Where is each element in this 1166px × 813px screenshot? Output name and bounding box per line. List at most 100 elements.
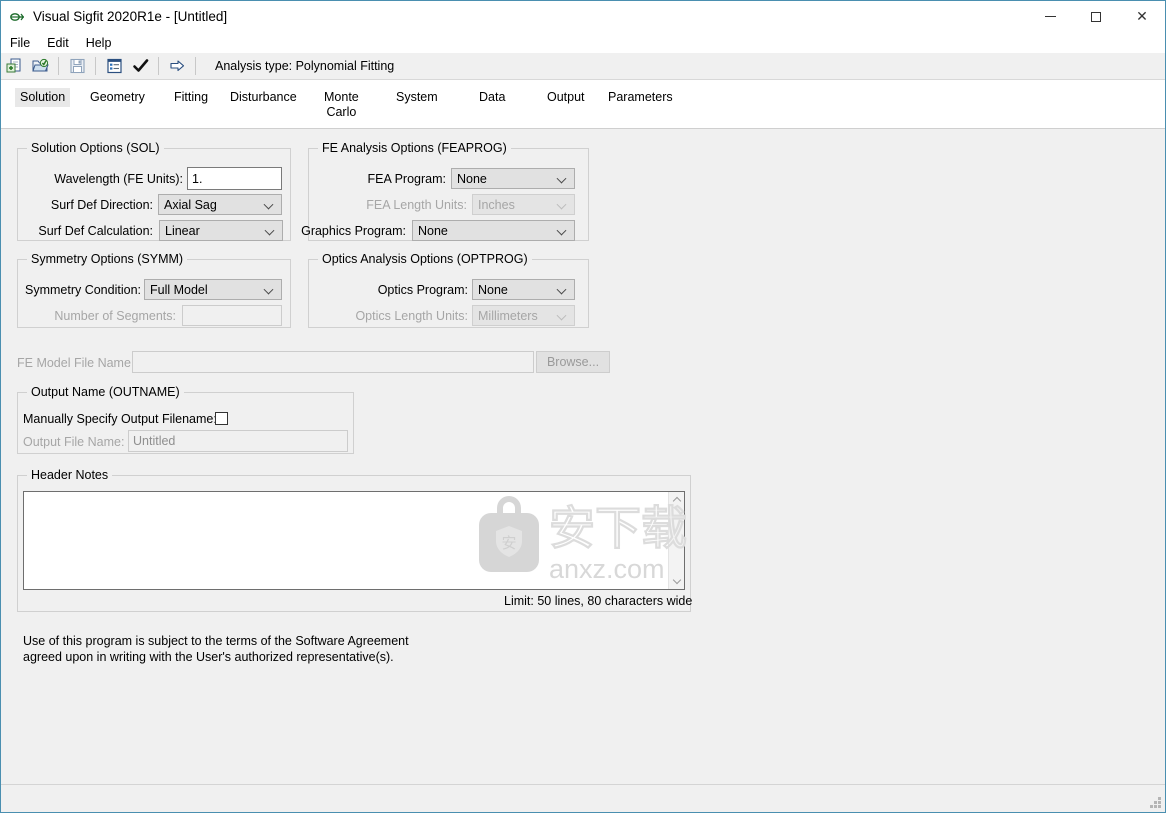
- new-file-icon: [6, 58, 21, 73]
- browse-button[interactable]: Browse...: [536, 351, 610, 373]
- toolbar-separator: [195, 57, 196, 75]
- close-icon: ✕: [1136, 8, 1148, 25]
- tab-geometry[interactable]: Geometry: [85, 88, 150, 107]
- output-file-name-label: Output File Name:: [23, 435, 125, 449]
- solution-panel: Solution Options (SOL) Wavelength (FE Un…: [1, 130, 1165, 784]
- number-of-segments-label: Number of Segments:: [54, 309, 176, 323]
- chevron-down-icon[interactable]: [669, 572, 685, 588]
- fea-length-units-select: Inches: [472, 194, 575, 215]
- surf-def-direction-label: Surf Def Direction:: [50, 198, 153, 212]
- fe-model-file-label: FE Model File Name:: [17, 356, 135, 370]
- window-controls: ✕: [1027, 1, 1165, 32]
- manual-output-filename-checkbox[interactable]: [215, 412, 228, 425]
- chevron-down-icon: [266, 226, 275, 235]
- open-file-button[interactable]: [29, 54, 53, 78]
- chevron-down-icon: [558, 311, 567, 320]
- wavelength-input[interactable]: 1.: [187, 167, 282, 190]
- fea-length-units-label: FEA Length Units:: [366, 198, 467, 212]
- open-folder-icon: [32, 58, 49, 72]
- chevron-down-icon: [558, 174, 567, 183]
- application-window: Visual Sigfit 2020R1e - [Untitled] ✕ Fil…: [0, 0, 1166, 813]
- status-bar: [1, 784, 1165, 812]
- optics-options-title: Optics Analysis Options (OPTPROG): [318, 252, 532, 266]
- tab-solution[interactable]: Solution: [15, 88, 71, 107]
- tab-monte-carlo[interactable]: Monte Carlo: [319, 88, 364, 122]
- surf-def-calculation-value: Linear: [165, 223, 200, 238]
- toolbar: Analysis type: Polynomial Fitting: [1, 53, 1165, 80]
- symmetry-condition-select[interactable]: Full Model: [144, 279, 282, 300]
- maximize-button[interactable]: [1073, 1, 1119, 32]
- optics-program-select[interactable]: None: [472, 279, 575, 300]
- surf-def-calculation-label: Surf Def Calculation:: [38, 224, 153, 238]
- chevron-down-icon: [558, 226, 567, 235]
- run-button[interactable]: [166, 54, 190, 78]
- fea-program-select[interactable]: None: [451, 168, 575, 189]
- fe-model-file-input: [132, 351, 534, 373]
- run-arrow-icon: [170, 60, 185, 72]
- window-title: Visual Sigfit 2020R1e - [Untitled]: [33, 9, 228, 24]
- save-disk-icon: [70, 58, 85, 74]
- output-name-title: Output Name (OUTNAME): [27, 385, 184, 399]
- surf-def-calculation-select[interactable]: Linear: [159, 220, 283, 241]
- wavelength-label: Wavelength (FE Units):: [54, 172, 183, 186]
- maximize-icon: [1091, 11, 1101, 22]
- analysis-type-label: Analysis type: Polynomial Fitting: [215, 59, 395, 73]
- optics-program-value: None: [478, 282, 508, 297]
- list-report-icon: [107, 58, 122, 74]
- menu-bar: File Edit Help: [1, 32, 1165, 53]
- fe-analysis-options-title: FE Analysis Options (FEAPROG): [318, 141, 511, 155]
- toolbar-separator: [58, 57, 59, 75]
- chevron-down-icon: [265, 200, 274, 209]
- fea-program-label: FEA Program:: [367, 172, 447, 186]
- manual-output-filename-label: Manually Specify Output Filename:: [23, 412, 217, 426]
- chevron-down-icon: [265, 285, 274, 294]
- surf-def-direction-select[interactable]: Axial Sag: [158, 194, 282, 215]
- tab-fitting[interactable]: Fitting: [169, 88, 213, 107]
- report-button[interactable]: [103, 54, 127, 78]
- optics-length-units-value: Millimeters: [478, 308, 538, 323]
- symmetry-options-title: Symmetry Options (SYMM): [27, 252, 188, 266]
- fea-program-value: None: [457, 171, 487, 186]
- number-of-segments-input: [182, 305, 282, 326]
- optics-length-units-select: Millimeters: [472, 305, 575, 326]
- menu-item-edit[interactable]: Edit: [47, 34, 78, 52]
- symmetry-condition-label: Symmetry Condition:: [24, 283, 141, 297]
- menu-item-help[interactable]: Help: [86, 34, 121, 52]
- software-agreement-text: Use of this program is subject to the te…: [23, 634, 409, 664]
- close-button[interactable]: ✕: [1119, 1, 1165, 32]
- toolbar-separator: [95, 57, 96, 75]
- menu-item-file[interactable]: File: [10, 34, 39, 52]
- header-notes-title: Header Notes: [27, 468, 113, 482]
- tab-output[interactable]: Output: [542, 88, 590, 107]
- optics-length-units-label: Optics Length Units:: [355, 309, 468, 323]
- new-file-button[interactable]: [3, 54, 27, 78]
- fea-length-units-value: Inches: [478, 197, 515, 212]
- tab-data[interactable]: Data: [474, 88, 510, 107]
- optics-program-label: Optics Program:: [377, 283, 468, 297]
- validate-button[interactable]: [129, 54, 153, 78]
- header-notes-limit-label: Limit: 50 lines, 80 characters wide: [504, 594, 693, 608]
- output-file-name-input: Untitled: [128, 430, 348, 452]
- chevron-down-icon: [558, 285, 567, 294]
- checkmark-icon: [133, 59, 149, 72]
- chevron-down-icon: [558, 200, 567, 209]
- title-bar: Visual Sigfit 2020R1e - [Untitled] ✕: [1, 1, 1165, 32]
- save-button[interactable]: [66, 54, 90, 78]
- sigfit-logo-icon: [10, 9, 26, 25]
- header-notes-scrollbar[interactable]: [668, 492, 684, 589]
- chevron-up-icon[interactable]: [669, 493, 685, 509]
- minimize-button[interactable]: [1027, 1, 1073, 32]
- tab-disturbance[interactable]: Disturbance: [225, 88, 302, 107]
- header-notes-textarea[interactable]: [23, 491, 685, 590]
- tab-parameters[interactable]: Parameters: [603, 88, 678, 107]
- symmetry-condition-value: Full Model: [150, 282, 208, 297]
- solution-options-title: Solution Options (SOL): [27, 141, 164, 155]
- surf-def-direction-value: Axial Sag: [164, 197, 217, 212]
- graphics-program-label: Graphics Program:: [301, 224, 406, 238]
- tab-strip: Solution Geometry Fitting Disturbance Mo…: [1, 80, 1165, 129]
- resize-grip-icon[interactable]: [1148, 795, 1161, 808]
- toolbar-separator: [158, 57, 159, 75]
- minimize-icon: [1044, 16, 1056, 17]
- graphics-program-select[interactable]: None: [412, 220, 575, 241]
- tab-system[interactable]: System: [391, 88, 443, 107]
